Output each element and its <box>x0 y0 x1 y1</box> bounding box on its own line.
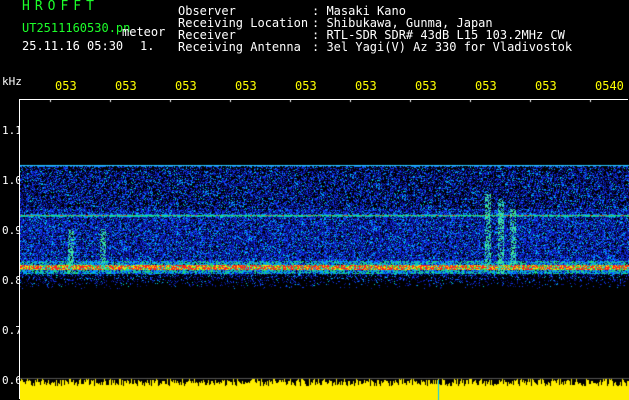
counter-value: 1. <box>140 39 155 53</box>
x-tick: 0540 <box>595 79 624 93</box>
x-tick: 053 <box>535 79 557 93</box>
spectrogram-plot <box>20 99 629 400</box>
file-name: UT2511160530.pn <box>22 21 131 35</box>
x-tick: 053 <box>115 79 137 93</box>
x-tick: 053 <box>235 79 257 93</box>
timestamp: 25.11.16 05:30 <box>22 39 124 53</box>
antenna-value: : 3el Yagi(V) Az 330 for Vladivostok <box>312 40 573 54</box>
y-tick: 0.6 <box>2 374 22 387</box>
x-tick: 053 <box>295 79 317 93</box>
x-tick: 053 <box>175 79 197 93</box>
app-brand: HROFFT <box>22 0 99 14</box>
x-tick: 053 <box>475 79 497 93</box>
y-tick: 1.1 <box>2 124 22 137</box>
meteor-label: meteor <box>122 25 166 39</box>
y-tick: 1.0 <box>2 174 22 187</box>
axis-unit: kHz <box>2 75 22 88</box>
y-tick: 0.7 <box>2 324 22 337</box>
y-tick: 0.8 <box>2 274 22 287</box>
x-tick: 053 <box>55 79 77 93</box>
x-tick: 053 <box>415 79 437 93</box>
antenna-label: Receiving Antenna <box>178 40 301 54</box>
x-tick: 053 <box>355 79 377 93</box>
y-tick: 0.9 <box>2 224 22 237</box>
